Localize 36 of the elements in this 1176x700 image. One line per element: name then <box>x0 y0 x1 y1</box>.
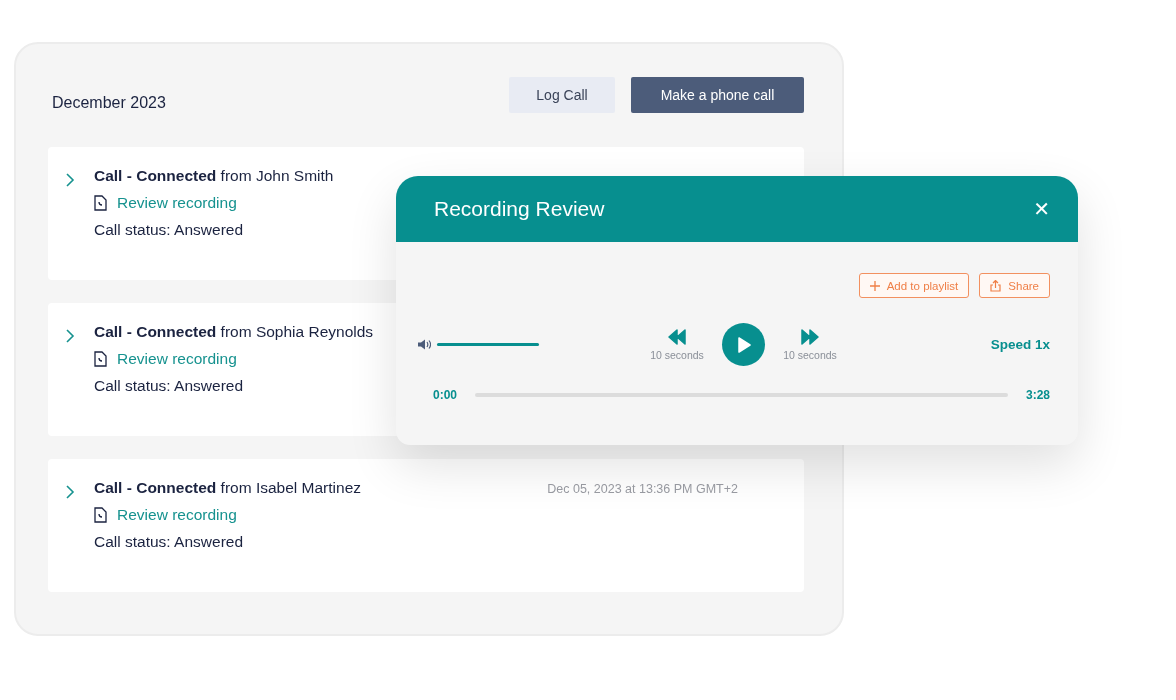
share-button[interactable]: Share <box>979 273 1050 298</box>
rewind-button[interactable]: 10 seconds <box>648 328 706 361</box>
call-status: Call status: Answered <box>94 533 244 551</box>
close-button[interactable]: ✕ <box>1033 197 1050 221</box>
call-title: Call - Connected from Isabel Martinez <box>94 479 362 497</box>
review-recording-link[interactable]: Review recording <box>117 350 237 368</box>
speed-control[interactable]: Speed 1x <box>990 337 1050 352</box>
review-recording-link[interactable]: Review recording <box>117 194 237 212</box>
play-button[interactable] <box>722 323 765 366</box>
phone-call-button[interactable]: Make a phone call <box>631 77 804 113</box>
volume-icon[interactable] <box>418 339 431 350</box>
review-recording-link[interactable]: Review recording <box>117 506 237 524</box>
dialog-title: Recording Review <box>434 197 605 221</box>
month-heading: December 2023 <box>51 94 166 112</box>
call-title: Call - Connected from John Smith <box>94 167 334 185</box>
call-title: Call - Connected from Sophia Reynolds <box>94 323 374 341</box>
play-icon <box>736 336 751 353</box>
share-icon <box>990 279 1002 292</box>
fast-forward-icon <box>800 328 820 345</box>
rewind-icon <box>667 328 687 345</box>
plus-icon <box>869 280 880 291</box>
call-date: Dec 05, 2023 at 13:36 PM GMT+2 <box>547 482 738 496</box>
volume-slider[interactable] <box>437 343 539 346</box>
document-icon <box>94 351 107 367</box>
total-time: 3:28 <box>1025 388 1050 402</box>
call-status: Call status: Answered <box>94 377 244 395</box>
chevron-icon[interactable] <box>64 329 76 343</box>
document-icon <box>94 507 107 523</box>
current-time: 0:00 <box>433 388 458 402</box>
chevron-icon[interactable] <box>64 173 76 187</box>
log-call-button[interactable]: Log Call <box>509 77 615 113</box>
document-icon <box>94 195 107 211</box>
chevron-icon[interactable] <box>64 485 76 499</box>
call-status: Call status: Answered <box>94 221 244 239</box>
forward-button[interactable]: 10 seconds <box>781 328 839 361</box>
add-to-playlist-button[interactable]: Add to playlist <box>858 273 970 298</box>
